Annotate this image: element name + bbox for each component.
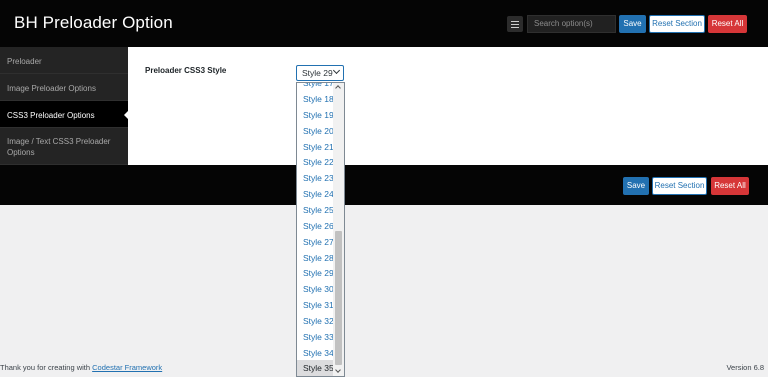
- credit-text: Thank you for creating with: [0, 363, 91, 372]
- dropdown-scrollbar[interactable]: [333, 83, 344, 376]
- reset-section-button-bottom[interactable]: Reset Section: [652, 177, 707, 195]
- page-title: BH Preloader Option: [14, 13, 173, 32]
- sidebar-item-label: CSS3 Preloader Options: [7, 111, 95, 120]
- select-value: Style 29: [302, 68, 333, 78]
- dropdown-option[interactable]: Style 33: [297, 329, 334, 345]
- dropdown-option-partial[interactable]: Style 17: [297, 83, 334, 91]
- save-button-bottom[interactable]: Save: [623, 177, 649, 195]
- options-header: BH Preloader Option Search option(s) Sav…: [0, 0, 768, 47]
- options-panel: BH Preloader Option Search option(s) Sav…: [0, 0, 768, 205]
- active-indicator-icon: [124, 111, 128, 119]
- sidebar-nav: Preloader Image Preloader Options CSS3 P…: [0, 47, 128, 165]
- dropdown-option[interactable]: Style 24: [297, 186, 334, 202]
- sidebar-item-css3-preloader[interactable]: CSS3 Preloader Options: [0, 101, 128, 128]
- sidebar-item-label: Preloader: [7, 57, 42, 66]
- dropdown-option[interactable]: Style 19: [297, 107, 334, 123]
- dropdown-option[interactable]: Style 34: [297, 345, 334, 361]
- expand-all-icon[interactable]: [507, 16, 523, 32]
- codestar-link[interactable]: Codestar Framework: [92, 363, 162, 372]
- scrollbar-thumb[interactable]: [335, 231, 342, 365]
- dropdown-option[interactable]: Style 22: [297, 154, 334, 170]
- chevron-down-icon: [332, 66, 341, 75]
- footer-credit: Thank you for creating with Codestar Fra…: [0, 363, 162, 372]
- dropdown-option[interactable]: Style 32: [297, 313, 334, 329]
- search-input[interactable]: Search option(s): [527, 15, 616, 33]
- style-dropdown-list[interactable]: Style 17 Style 18 Style 19 Style 20 Style 2…: [296, 82, 345, 377]
- sidebar-item-label: Image Preloader Options: [7, 84, 96, 93]
- scroll-down-icon[interactable]: [335, 367, 341, 373]
- options-footer-bar: Save Reset Section Reset All: [0, 165, 768, 205]
- dropdown-option[interactable]: Style 23: [297, 170, 334, 186]
- dropdown-option[interactable]: Style 30: [297, 281, 334, 297]
- style-select[interactable]: Style 29: [296, 65, 344, 81]
- sidebar-item-preloader[interactable]: Preloader: [0, 47, 128, 74]
- reset-all-button-bottom[interactable]: Reset All: [711, 177, 749, 195]
- dropdown-option[interactable]: Style 20: [297, 123, 334, 139]
- dropdown-option[interactable]: Style 28: [297, 250, 334, 266]
- dropdown-option[interactable]: Style 21: [297, 139, 334, 155]
- reset-section-button[interactable]: Reset Section: [649, 15, 705, 33]
- save-button[interactable]: Save: [619, 15, 646, 33]
- field-label: Preloader CSS3 Style: [145, 66, 227, 75]
- dropdown-option[interactable]: Style 26: [297, 218, 334, 234]
- sidebar-item-label: Image / Text CSS3 Preloader Options: [7, 137, 111, 157]
- dropdown-option[interactable]: Style 25: [297, 202, 334, 218]
- reset-all-button[interactable]: Reset All: [708, 15, 747, 33]
- sidebar-item-image-preloader[interactable]: Image Preloader Options: [0, 74, 128, 101]
- sidebar-item-image-text-css3[interactable]: Image / Text CSS3 Preloader Options: [0, 128, 128, 165]
- dropdown-option[interactable]: Style 35: [297, 360, 334, 376]
- dropdown-option[interactable]: Style 31: [297, 297, 334, 313]
- dropdown-option[interactable]: Style 27: [297, 234, 334, 250]
- dropdown-option[interactable]: Style 18: [297, 91, 334, 107]
- scroll-up-icon[interactable]: [335, 85, 341, 91]
- dropdown-option[interactable]: Style 29: [297, 265, 334, 281]
- version-label: Version 6.8: [726, 363, 764, 372]
